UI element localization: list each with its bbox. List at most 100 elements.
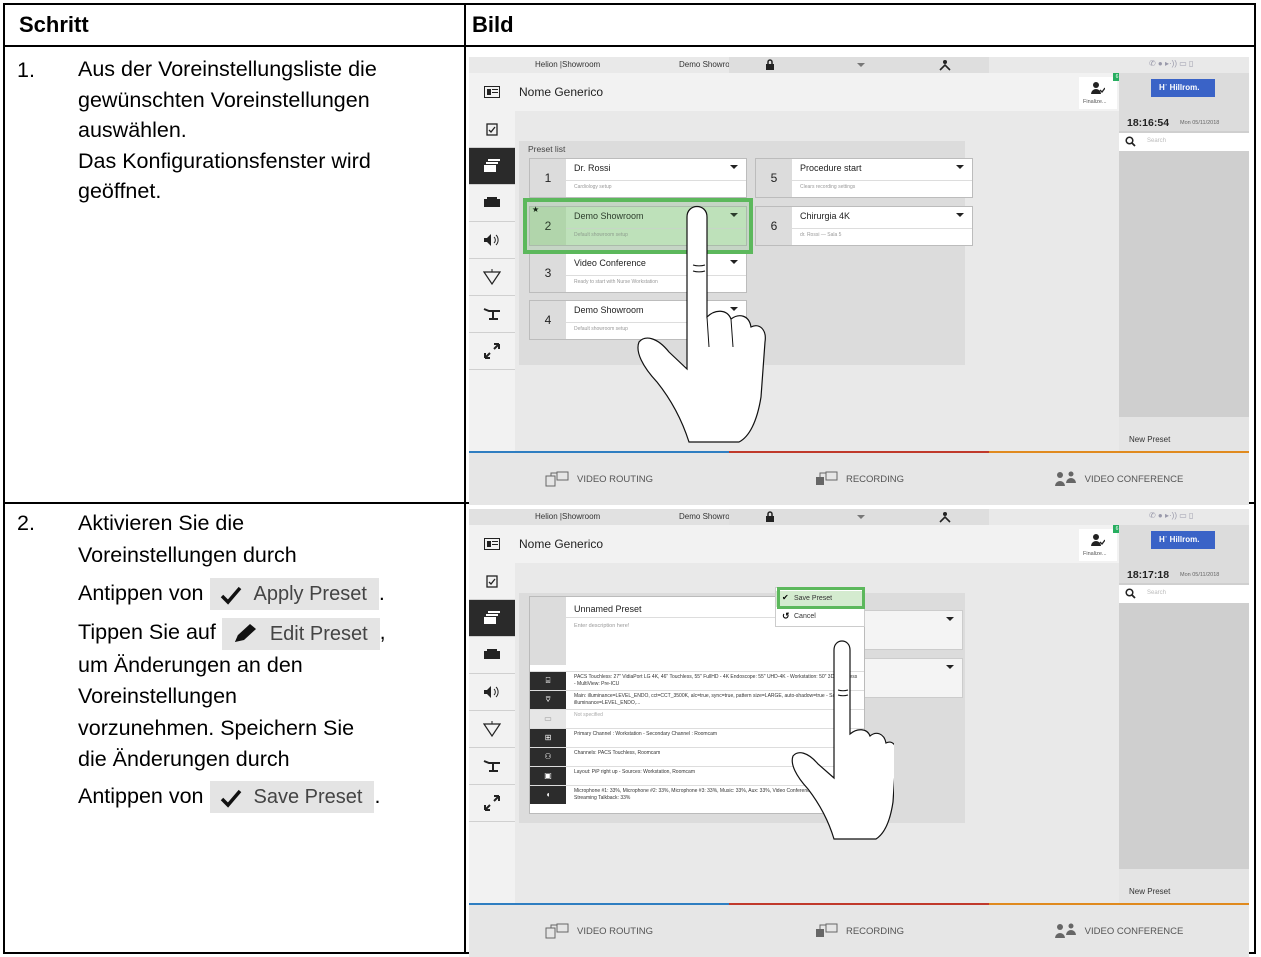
tab-label: VIDEO ROUTING bbox=[576, 925, 653, 937]
surgical-table-icon bbox=[483, 760, 500, 772]
tab-recording[interactable]: RECORDING bbox=[729, 451, 989, 505]
search-placeholder: Search bbox=[1147, 590, 1167, 596]
hand-pointer-icon bbox=[637, 205, 766, 443]
header-step: Schritt bbox=[19, 12, 89, 37]
nav-checklist[interactable] bbox=[469, 563, 515, 600]
step2-line: vorzunehmen. Speichern Sie bbox=[78, 715, 355, 740]
preset-desc: Cardiology setup bbox=[574, 184, 612, 190]
surgical-table-icon bbox=[483, 308, 500, 320]
left-navigation bbox=[469, 111, 515, 451]
expand-icon bbox=[484, 343, 500, 359]
step-text-2: Aktivieren Sie die Voreinstellungen durc… bbox=[78, 508, 386, 813]
nav-table[interactable] bbox=[469, 296, 515, 333]
user-name: Nome Generico bbox=[519, 537, 604, 551]
preset-card-5[interactable]: 5 Procedure start Clears recording setting… bbox=[755, 158, 973, 198]
chevron-down-icon bbox=[946, 617, 954, 621]
step2-line: Voreinstellungen durch bbox=[78, 542, 297, 567]
speaker-icon bbox=[484, 234, 499, 246]
id-card-icon bbox=[484, 538, 500, 550]
text: Antippen von bbox=[78, 783, 204, 808]
preset-card-6[interactable]: 6 Chirurgia 4K dr. Rossi — Sala 5 bbox=[755, 206, 973, 246]
search-icon bbox=[1125, 136, 1136, 147]
cancel-label: Cancel bbox=[794, 613, 816, 620]
tab-label: VIDEO CONFERENCE bbox=[1084, 473, 1184, 485]
person-arrows-icon bbox=[939, 512, 951, 523]
nav-expand[interactable] bbox=[469, 333, 515, 370]
layers-icon bbox=[484, 159, 500, 172]
save-preset-label: Save Preset bbox=[253, 785, 363, 808]
preset-name: Procedure start bbox=[800, 163, 862, 173]
tab-video-conference[interactable]: VIDEO CONFERENCE bbox=[989, 903, 1249, 957]
tab-label: RECORDING bbox=[845, 473, 905, 485]
finalize-button[interactable]: Finalize... 6 bbox=[1079, 73, 1121, 109]
preset-card-1[interactable]: 1 Dr. Rossi Cardiology setup bbox=[529, 158, 747, 198]
user-name: Nome Generico bbox=[519, 85, 604, 99]
brand-logo: Hˈ Hillrom. bbox=[1151, 531, 1215, 549]
new-preset-label: New Preset bbox=[1129, 887, 1171, 896]
user-check-icon bbox=[1091, 534, 1105, 546]
left-navigation bbox=[469, 563, 515, 903]
step2-apply-line: Antippen von Apply Preset. bbox=[78, 578, 386, 611]
preset-number: 1 bbox=[530, 159, 566, 197]
search-input[interactable]: Search bbox=[1119, 133, 1249, 151]
search-icon bbox=[1125, 588, 1136, 599]
apply-preset-chip: Apply Preset bbox=[209, 578, 379, 611]
step1-line: Das Konfigurationsfenster wird bbox=[78, 148, 371, 173]
clipboard-icon bbox=[486, 575, 498, 588]
clock: 18:17:18 bbox=[1127, 569, 1170, 581]
video-conference-icon bbox=[1054, 923, 1076, 938]
new-preset-button[interactable]: New Preset bbox=[1119, 869, 1249, 903]
tab-video-routing[interactable]: VIDEO ROUTING bbox=[469, 903, 729, 957]
nav-display[interactable] bbox=[469, 185, 515, 222]
text: Antippen von bbox=[78, 581, 204, 605]
save-preset-chip: Save Preset bbox=[209, 780, 375, 813]
finalize-button[interactable]: Finalize... 6 bbox=[1079, 525, 1121, 561]
tab-recording[interactable]: RECORDING bbox=[729, 903, 989, 957]
finalize-label: Finalize... bbox=[1083, 551, 1107, 557]
cancel-menu-item[interactable]: ↺ Cancel bbox=[776, 609, 864, 625]
layers-icon bbox=[484, 611, 500, 624]
tab-label: RECORDING bbox=[845, 925, 905, 937]
search-input[interactable]: Search bbox=[1119, 585, 1249, 603]
video-routing-icon bbox=[545, 471, 569, 487]
search-placeholder: Search bbox=[1147, 138, 1167, 144]
nav-presets[interactable] bbox=[469, 600, 515, 637]
tab-label: VIDEO CONFERENCE bbox=[1084, 925, 1184, 937]
nav-expand[interactable] bbox=[469, 785, 515, 822]
chevron-down-icon[interactable] bbox=[956, 165, 964, 169]
detail-category-icon: ◖ bbox=[530, 786, 566, 804]
step2-line: die Änderungen durch bbox=[78, 747, 290, 772]
nav-lights[interactable] bbox=[469, 259, 515, 296]
pencil-icon bbox=[234, 623, 256, 642]
brand-area: Hˈ Hillrom. 18:17:18 Mon 05/11/2018 bbox=[1119, 525, 1249, 583]
nav-presets[interactable] bbox=[469, 148, 515, 185]
new-preset-label: New Preset bbox=[1129, 435, 1171, 444]
detail-category-icon: ⊞ bbox=[530, 729, 566, 747]
screenshot-preset-edit: Helion |Showroom Demo Showroom ✆ ● ▸·)) … bbox=[469, 509, 1249, 957]
tab-video-conference[interactable]: VIDEO CONFERENCE bbox=[989, 451, 1249, 505]
column-divider bbox=[464, 5, 466, 952]
detail-category-icon: ⌸ bbox=[530, 672, 566, 690]
nav-checklist[interactable] bbox=[469, 111, 515, 148]
chevron-down-icon[interactable] bbox=[857, 515, 865, 519]
bottom-tabs: VIDEO ROUTING RECORDING VIDEO CONFERENCE bbox=[469, 903, 1249, 957]
chevron-down-icon[interactable] bbox=[730, 165, 738, 169]
preset-name: Dr. Rossi bbox=[574, 163, 611, 173]
nav-lights[interactable] bbox=[469, 711, 515, 748]
nav-audio[interactable] bbox=[469, 222, 515, 259]
new-preset-button[interactable]: New Preset bbox=[1119, 417, 1249, 451]
preset-description-input[interactable]: Enter description here! bbox=[574, 623, 629, 629]
nav-display[interactable] bbox=[469, 637, 515, 674]
monitor-icon bbox=[484, 649, 500, 659]
nav-audio[interactable] bbox=[469, 674, 515, 711]
detail-category-icon: ⚇ bbox=[530, 748, 566, 766]
text: , bbox=[379, 620, 386, 645]
preset-title-input[interactable]: Unnamed Preset bbox=[574, 604, 642, 614]
chevron-down-icon[interactable] bbox=[857, 63, 865, 67]
tab-video-routing[interactable]: VIDEO ROUTING bbox=[469, 451, 729, 505]
preset-number-slot bbox=[530, 597, 566, 665]
recording-icon bbox=[815, 923, 838, 937]
nav-table[interactable] bbox=[469, 748, 515, 785]
chevron-down-icon[interactable] bbox=[956, 213, 964, 217]
brand-logo: Hˈ Hillrom. bbox=[1151, 79, 1215, 97]
